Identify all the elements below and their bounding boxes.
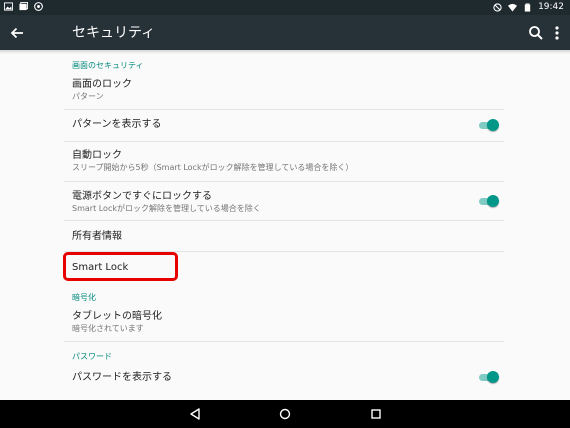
divider <box>64 141 504 142</box>
power-button-lock-toggle[interactable] <box>477 194 499 208</box>
setting-tablet-encryption[interactable]: タブレットの暗号化 暗号化されています <box>72 310 502 334</box>
setting-title: 画面のロック <box>72 79 132 90</box>
setting-summary: パターン <box>72 92 104 101</box>
block-icon <box>493 2 502 12</box>
page-title: セキュリティ <box>72 25 156 41</box>
setting-power-button-lock[interactable]: 電源ボタンですぐにロックする Smart Lockがロック解除を管理している場合… <box>72 190 502 214</box>
divider <box>64 220 504 221</box>
setting-title: 電源ボタンですぐにロックする <box>72 191 212 202</box>
toggle-thumb <box>487 195 499 207</box>
show-pattern-toggle[interactable] <box>477 118 499 132</box>
back-arrow-icon[interactable] <box>8 24 26 42</box>
smart-lock-highlight <box>63 252 178 281</box>
section-header-screen-security: 画面のセキュリティ <box>72 61 144 70</box>
app-bar: セキュリティ <box>0 15 570 50</box>
toggle-thumb <box>487 119 499 131</box>
setting-title: パスワードを表示する <box>72 372 172 383</box>
toggle-thumb <box>487 371 499 383</box>
clock: 19:42 <box>538 2 564 12</box>
setting-owner-info[interactable]: 所有者情報 <box>72 230 502 243</box>
navigation-bar <box>0 400 570 428</box>
overview-square-icon[interactable] <box>369 407 383 421</box>
search-icon[interactable] <box>527 24 545 42</box>
setting-show-pattern[interactable]: パターンを表示する <box>72 118 502 131</box>
gallery-icon <box>19 2 28 11</box>
section-header-password: パスワード <box>72 352 112 361</box>
app-bar-shadow <box>0 50 570 54</box>
divider <box>64 341 504 342</box>
section-header-encryption: 暗号化 <box>72 293 96 302</box>
setting-summary: スリープ開始から5秒（Smart Lockがロック解除を管理している場合を除く） <box>72 163 354 172</box>
image-icon <box>4 2 13 11</box>
back-triangle-icon[interactable] <box>188 407 202 421</box>
setting-title: 所有者情報 <box>72 231 122 242</box>
setting-title: タブレットの暗号化 <box>72 311 162 322</box>
android-icon <box>34 2 43 11</box>
divider <box>64 181 504 182</box>
more-vert-icon[interactable] <box>550 24 564 42</box>
divider <box>64 109 504 110</box>
setting-screen-lock[interactable]: 画面のロック パターン <box>72 78 502 102</box>
home-circle-icon[interactable] <box>278 407 292 421</box>
show-password-toggle[interactable] <box>477 370 499 384</box>
setting-summary: 暗号化されています <box>72 324 144 333</box>
setting-title: 自動ロック <box>72 150 122 161</box>
status-bar: 19:42 <box>0 0 570 15</box>
setting-title: パターンを表示する <box>72 119 162 130</box>
setting-summary: Smart Lockがロック解除を管理している場合を除く <box>72 204 261 213</box>
setting-auto-lock[interactable]: 自動ロック スリープ開始から5秒（Smart Lockがロック解除を管理している… <box>72 149 502 173</box>
setting-show-password[interactable]: パスワードを表示する <box>72 371 502 384</box>
battery-icon <box>524 2 531 12</box>
wifi-icon <box>508 3 518 12</box>
